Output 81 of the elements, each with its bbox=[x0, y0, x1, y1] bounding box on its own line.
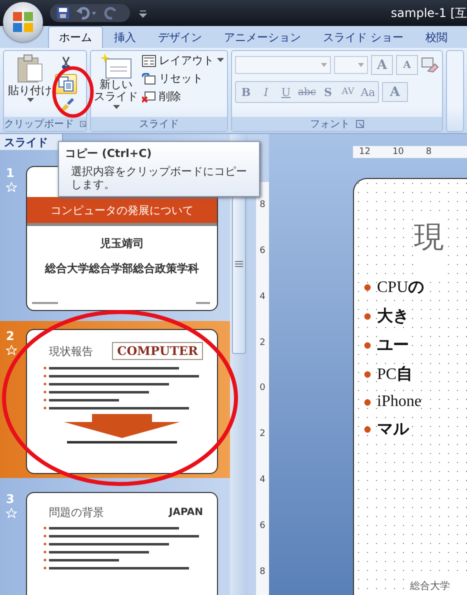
clear-formatting-icon[interactable] bbox=[421, 57, 439, 73]
caret-icon bbox=[321, 63, 327, 67]
ruler-number: 6 bbox=[260, 521, 266, 532]
slide-title: 現 bbox=[414, 217, 444, 277]
ruler-number: 4 bbox=[260, 475, 266, 486]
bullet-text: 大き bbox=[377, 306, 409, 327]
ruler-number: 6 bbox=[260, 246, 266, 256]
redo-icon[interactable] bbox=[104, 6, 118, 20]
slide-subtitle: 総合大学総合学部総合政策学科 bbox=[45, 261, 199, 276]
tooltip-text: 選択内容をクリップボードにコピーします。 bbox=[70, 165, 248, 191]
slide-thumbnail-row[interactable]: 3 問題の背景 JAPAN bbox=[0, 492, 230, 595]
layout-button[interactable]: レイアウト bbox=[142, 53, 224, 68]
slide-title: 現状報告 bbox=[49, 344, 93, 358]
office-logo-icon bbox=[10, 9, 36, 35]
slide-title: 問題の背景 bbox=[49, 505, 104, 520]
reset-icon bbox=[142, 72, 156, 84]
new-slide-icon bbox=[100, 53, 132, 79]
ribbon-tab[interactable]: スライド ショー bbox=[312, 26, 414, 48]
paste-button[interactable]: 貼り付け bbox=[7, 53, 53, 115]
group-label: スライド bbox=[139, 118, 179, 131]
tooltip-title: コピー (Ctrl+C) bbox=[65, 146, 153, 161]
star-icon bbox=[6, 182, 17, 192]
ruler-number: 8 bbox=[260, 566, 266, 577]
customize-toolbar-icon[interactable] bbox=[138, 8, 148, 18]
slide-title: コンピュータの発展について bbox=[50, 202, 194, 218]
caret-icon bbox=[217, 58, 224, 63]
office-button[interactable] bbox=[3, 2, 43, 42]
dialog-launcher-icon[interactable] bbox=[80, 120, 86, 128]
reset-button[interactable]: リセット bbox=[142, 71, 224, 86]
ruler-number: 4 bbox=[260, 292, 266, 302]
group-label: クリップボード bbox=[4, 118, 74, 131]
ruler-number: 12 bbox=[359, 147, 370, 157]
slide-footer: 総合大学 bbox=[410, 579, 467, 593]
slide-number: 2 bbox=[6, 329, 14, 343]
ruler-number: 8 bbox=[426, 147, 432, 157]
slide-number: 3 bbox=[6, 492, 14, 506]
delete-button[interactable]: 削除 bbox=[142, 89, 224, 104]
ribbon-tab[interactable]: 挿入 bbox=[103, 26, 147, 48]
star-icon bbox=[6, 345, 17, 355]
slide-logo: JAPAN bbox=[169, 507, 203, 518]
clipboard-icon bbox=[15, 53, 45, 83]
caret-icon bbox=[112, 105, 120, 110]
ruler-number: 2 bbox=[260, 338, 266, 348]
bullet-text: ユー bbox=[377, 335, 409, 356]
down-arrow-icon bbox=[62, 414, 182, 440]
bullet-icon bbox=[364, 313, 371, 320]
caret-icon bbox=[358, 63, 364, 67]
ruler-number: 2 bbox=[260, 429, 266, 440]
slides-tab[interactable]: スライド bbox=[0, 134, 63, 150]
window-title: sample-1 [互 bbox=[390, 4, 467, 22]
star-icon bbox=[6, 508, 17, 518]
ruler-number: 0 bbox=[260, 383, 266, 394]
slide-subtitle: 児玉靖司 bbox=[100, 236, 144, 251]
new-slide-button[interactable]: 新しい スライド bbox=[94, 53, 138, 115]
ribbon-tab[interactable]: デザイン bbox=[147, 26, 213, 48]
caret-icon bbox=[26, 98, 34, 103]
ribbon-tab[interactable]: ホーム bbox=[48, 26, 103, 48]
bullet-icon bbox=[364, 398, 371, 406]
delete-icon bbox=[142, 90, 156, 102]
ruler-number: 10 bbox=[392, 147, 404, 157]
annotation-circle bbox=[52, 66, 94, 118]
ribbon-tab[interactable]: アニメーション bbox=[213, 26, 312, 48]
bullet-icon bbox=[364, 342, 371, 349]
bullet-text: iPhone bbox=[377, 393, 422, 411]
slide-thumbnail-row[interactable]: 2 現状報告 COMPUTER bbox=[0, 321, 230, 478]
ruler-number: 8 bbox=[260, 200, 266, 210]
undo-icon[interactable] bbox=[76, 6, 98, 20]
dialog-launcher-icon[interactable] bbox=[356, 120, 364, 128]
slide-logo: COMPUTER bbox=[112, 342, 203, 360]
bullet-text: PC自 bbox=[377, 364, 413, 385]
layout-icon bbox=[142, 54, 156, 66]
scissors-icon bbox=[60, 56, 72, 70]
ribbon-tab[interactable]: 校閲 bbox=[414, 26, 458, 48]
group-label: フォント bbox=[310, 118, 350, 131]
grip-icon bbox=[235, 261, 243, 267]
save-icon[interactable] bbox=[56, 6, 70, 20]
copy-icon bbox=[58, 76, 74, 92]
bullet-icon bbox=[364, 284, 371, 291]
bullet-icon bbox=[364, 371, 371, 378]
bullet-icon bbox=[364, 426, 371, 433]
slide-number: 1 bbox=[6, 166, 14, 180]
